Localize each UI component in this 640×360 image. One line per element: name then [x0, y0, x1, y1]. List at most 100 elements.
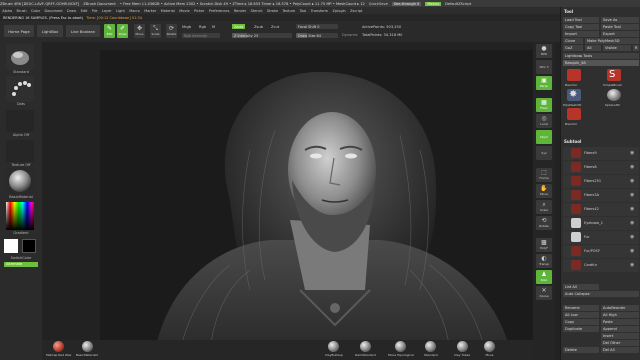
menu-alpha[interactable]: Alpha	[2, 9, 12, 13]
zadd-toggle[interactable]: Zadd	[232, 24, 245, 29]
matcap-red-wax-button[interactable]: MatCap Red Wax	[46, 341, 71, 357]
menu-brush[interactable]: Brush	[17, 9, 27, 13]
home-page-button[interactable]: Home Page	[4, 25, 34, 37]
secondary-color-swatch[interactable]	[22, 239, 36, 253]
z-intensity-slider[interactable]: Z Intensity 25	[232, 33, 292, 38]
menu-draw[interactable]: Draw	[67, 9, 76, 13]
list-all-button[interactable]: List All	[563, 284, 599, 290]
paste-tool-button[interactable]: Paste Tool	[601, 24, 639, 30]
autoreorder-button[interactable]: AutoReorder	[601, 305, 639, 311]
subtool-row[interactable]: Fibers8 ◉	[563, 161, 639, 174]
edit-mode-button[interactable]: ✎ Edit	[104, 24, 115, 38]
menu-transform[interactable]: Transform	[311, 9, 328, 13]
all-button[interactable]: All	[585, 45, 601, 51]
save-as-button[interactable]: Save As	[601, 17, 639, 23]
subtool-row[interactable]: Fibers251 ◉	[563, 175, 639, 188]
lightbox-button[interactable]: LightBox	[37, 25, 63, 37]
subtool-row[interactable]: Cardfur ◉	[563, 259, 639, 272]
zcut-toggle[interactable]: Zcut	[271, 25, 279, 29]
standard-brush-thumb[interactable]	[6, 44, 34, 70]
eye-icon[interactable]: ◉	[630, 206, 636, 212]
copy-button[interactable]: Copy	[563, 319, 599, 325]
texture-thumb[interactable]	[6, 140, 34, 162]
load-tool-button[interactable]: Load Tool	[563, 17, 599, 23]
alpha-thumb[interactable]	[6, 110, 34, 132]
visible-button[interactable]: Visible	[603, 45, 631, 51]
tool-thumb-bisonfur-2[interactable]	[567, 108, 581, 120]
menu-picker[interactable]: Picker	[194, 9, 204, 13]
zsub-toggle[interactable]: Zsub	[254, 25, 263, 29]
move-brush-button[interactable]: Move	[484, 341, 495, 357]
color-picker[interactable]	[6, 202, 34, 230]
tool-thumb-bisonfur[interactable]	[567, 69, 581, 81]
claybuildup-brush-button[interactable]: ClayBuildup	[325, 341, 343, 357]
import-button[interactable]: Import	[563, 31, 599, 37]
subtool-row[interactable]: Fibers3A ◉	[563, 189, 639, 202]
tool-thumb-polymesh[interactable]: ✸	[567, 89, 581, 101]
eye-icon[interactable]: ◉	[630, 164, 636, 170]
eye-icon[interactable]: ◉	[630, 178, 636, 184]
rgb-toggle[interactable]: Rgb	[199, 25, 206, 29]
dynamic-toggle[interactable]: Dynamic	[342, 33, 358, 37]
scale-view-button[interactable]: ⌕ Scale	[536, 200, 552, 214]
floor-button[interactable]: ▦ Floor	[536, 98, 552, 112]
menu-tool[interactable]: Tool	[300, 9, 307, 13]
delete-button[interactable]: Delete	[563, 347, 599, 353]
quicksave-button[interactable]: QuickSave	[369, 2, 388, 6]
subtool-row[interactable]: Fibers42 ◉	[563, 203, 639, 216]
goz-button[interactable]: GoZ	[563, 45, 583, 51]
export-button[interactable]: Export	[601, 31, 639, 37]
rgb-intensity-slider[interactable]: Rgb Intensity	[182, 33, 220, 38]
alternate-button[interactable]: Alternate	[4, 262, 38, 267]
switch-color-label[interactable]: SwitchColor	[0, 256, 42, 260]
all-low-button[interactable]: All Low	[563, 312, 599, 318]
paste-button[interactable]: Paste	[601, 319, 639, 325]
make-polymesh-button[interactable]: Make PolyMesh3D	[585, 38, 639, 44]
tool-thumb-simplebrush[interactable]: S	[607, 69, 621, 81]
lightbox-tools-button[interactable]: Lightbox▸ Tools	[563, 53, 639, 59]
xyz-button[interactable]: Xyz	[536, 146, 552, 160]
menu-macro[interactable]: Macro	[129, 9, 140, 13]
menu-preferences[interactable]: Preferences	[209, 9, 230, 13]
move-mode-button[interactable]: ✥ Move	[134, 24, 145, 38]
append-button[interactable]: Append	[601, 326, 639, 332]
eye-icon[interactable]: ◉	[630, 192, 636, 198]
menu-stroke[interactable]: Stroke	[267, 9, 278, 13]
damstandard-brush-button[interactable]: DamStandard	[355, 341, 376, 357]
menu-marker[interactable]: Marker	[144, 9, 156, 13]
clone-button[interactable]: Clone	[563, 38, 583, 44]
subtool-row[interactable]: Fur/POSY ◉	[563, 245, 639, 258]
eye-icon[interactable]: ◉	[630, 220, 636, 226]
local-button[interactable]: ◎ Local	[536, 114, 552, 128]
rotate-mode-button[interactable]: ⟳ Rotate	[166, 24, 177, 38]
frame-button[interactable]: ⬚ Frame	[536, 168, 552, 182]
rename-button[interactable]: Rename	[563, 305, 599, 311]
insert-button[interactable]: Insert	[601, 333, 639, 339]
clay-tubes-brush-button[interactable]: Clay Tubes	[454, 341, 470, 357]
menu-stencil[interactable]: Stencil	[251, 9, 263, 13]
draw-mode-button[interactable]: ✐ Draw	[117, 24, 128, 38]
canvas-viewport[interactable]	[100, 50, 555, 350]
rotate-view-button[interactable]: ⟲ Rotate	[536, 216, 552, 230]
menu-file[interactable]: File	[92, 9, 98, 13]
subtool-row[interactable]: Fibers9 ◉	[563, 147, 639, 160]
menu-render[interactable]: Render	[234, 9, 246, 13]
basic-material2-button[interactable]: BasicMaterial2	[76, 341, 98, 357]
subtool-row[interactable]: Eyebrow_1 ◉	[563, 217, 639, 230]
del-all-button[interactable]: Del All	[601, 347, 639, 353]
auto-collapse-button[interactable]: Auto Collapse	[563, 291, 639, 297]
menu-color[interactable]: Color	[31, 9, 40, 13]
menu-zscript[interactable]: Zscript	[350, 9, 362, 13]
menu-layer[interactable]: Layer	[102, 9, 112, 13]
main-color-swatch[interactable]	[4, 239, 18, 253]
current-tool-slider[interactable]: Rasquin_48	[563, 60, 639, 66]
menu-movie[interactable]: Movie	[179, 9, 189, 13]
persp-button[interactable]: ▣ Persp	[536, 76, 552, 90]
all-high-button[interactable]: All High	[601, 312, 639, 318]
menu-texture[interactable]: Texture	[282, 9, 295, 13]
menus-button[interactable]: Menus	[425, 1, 442, 6]
eye-icon[interactable]: ◉	[630, 234, 636, 240]
eye-icon[interactable]: ◉	[630, 262, 636, 268]
live-boolean-button[interactable]: Live Boolean	[66, 25, 100, 37]
xpose-button[interactable]: ✕ Xpose	[536, 286, 552, 300]
